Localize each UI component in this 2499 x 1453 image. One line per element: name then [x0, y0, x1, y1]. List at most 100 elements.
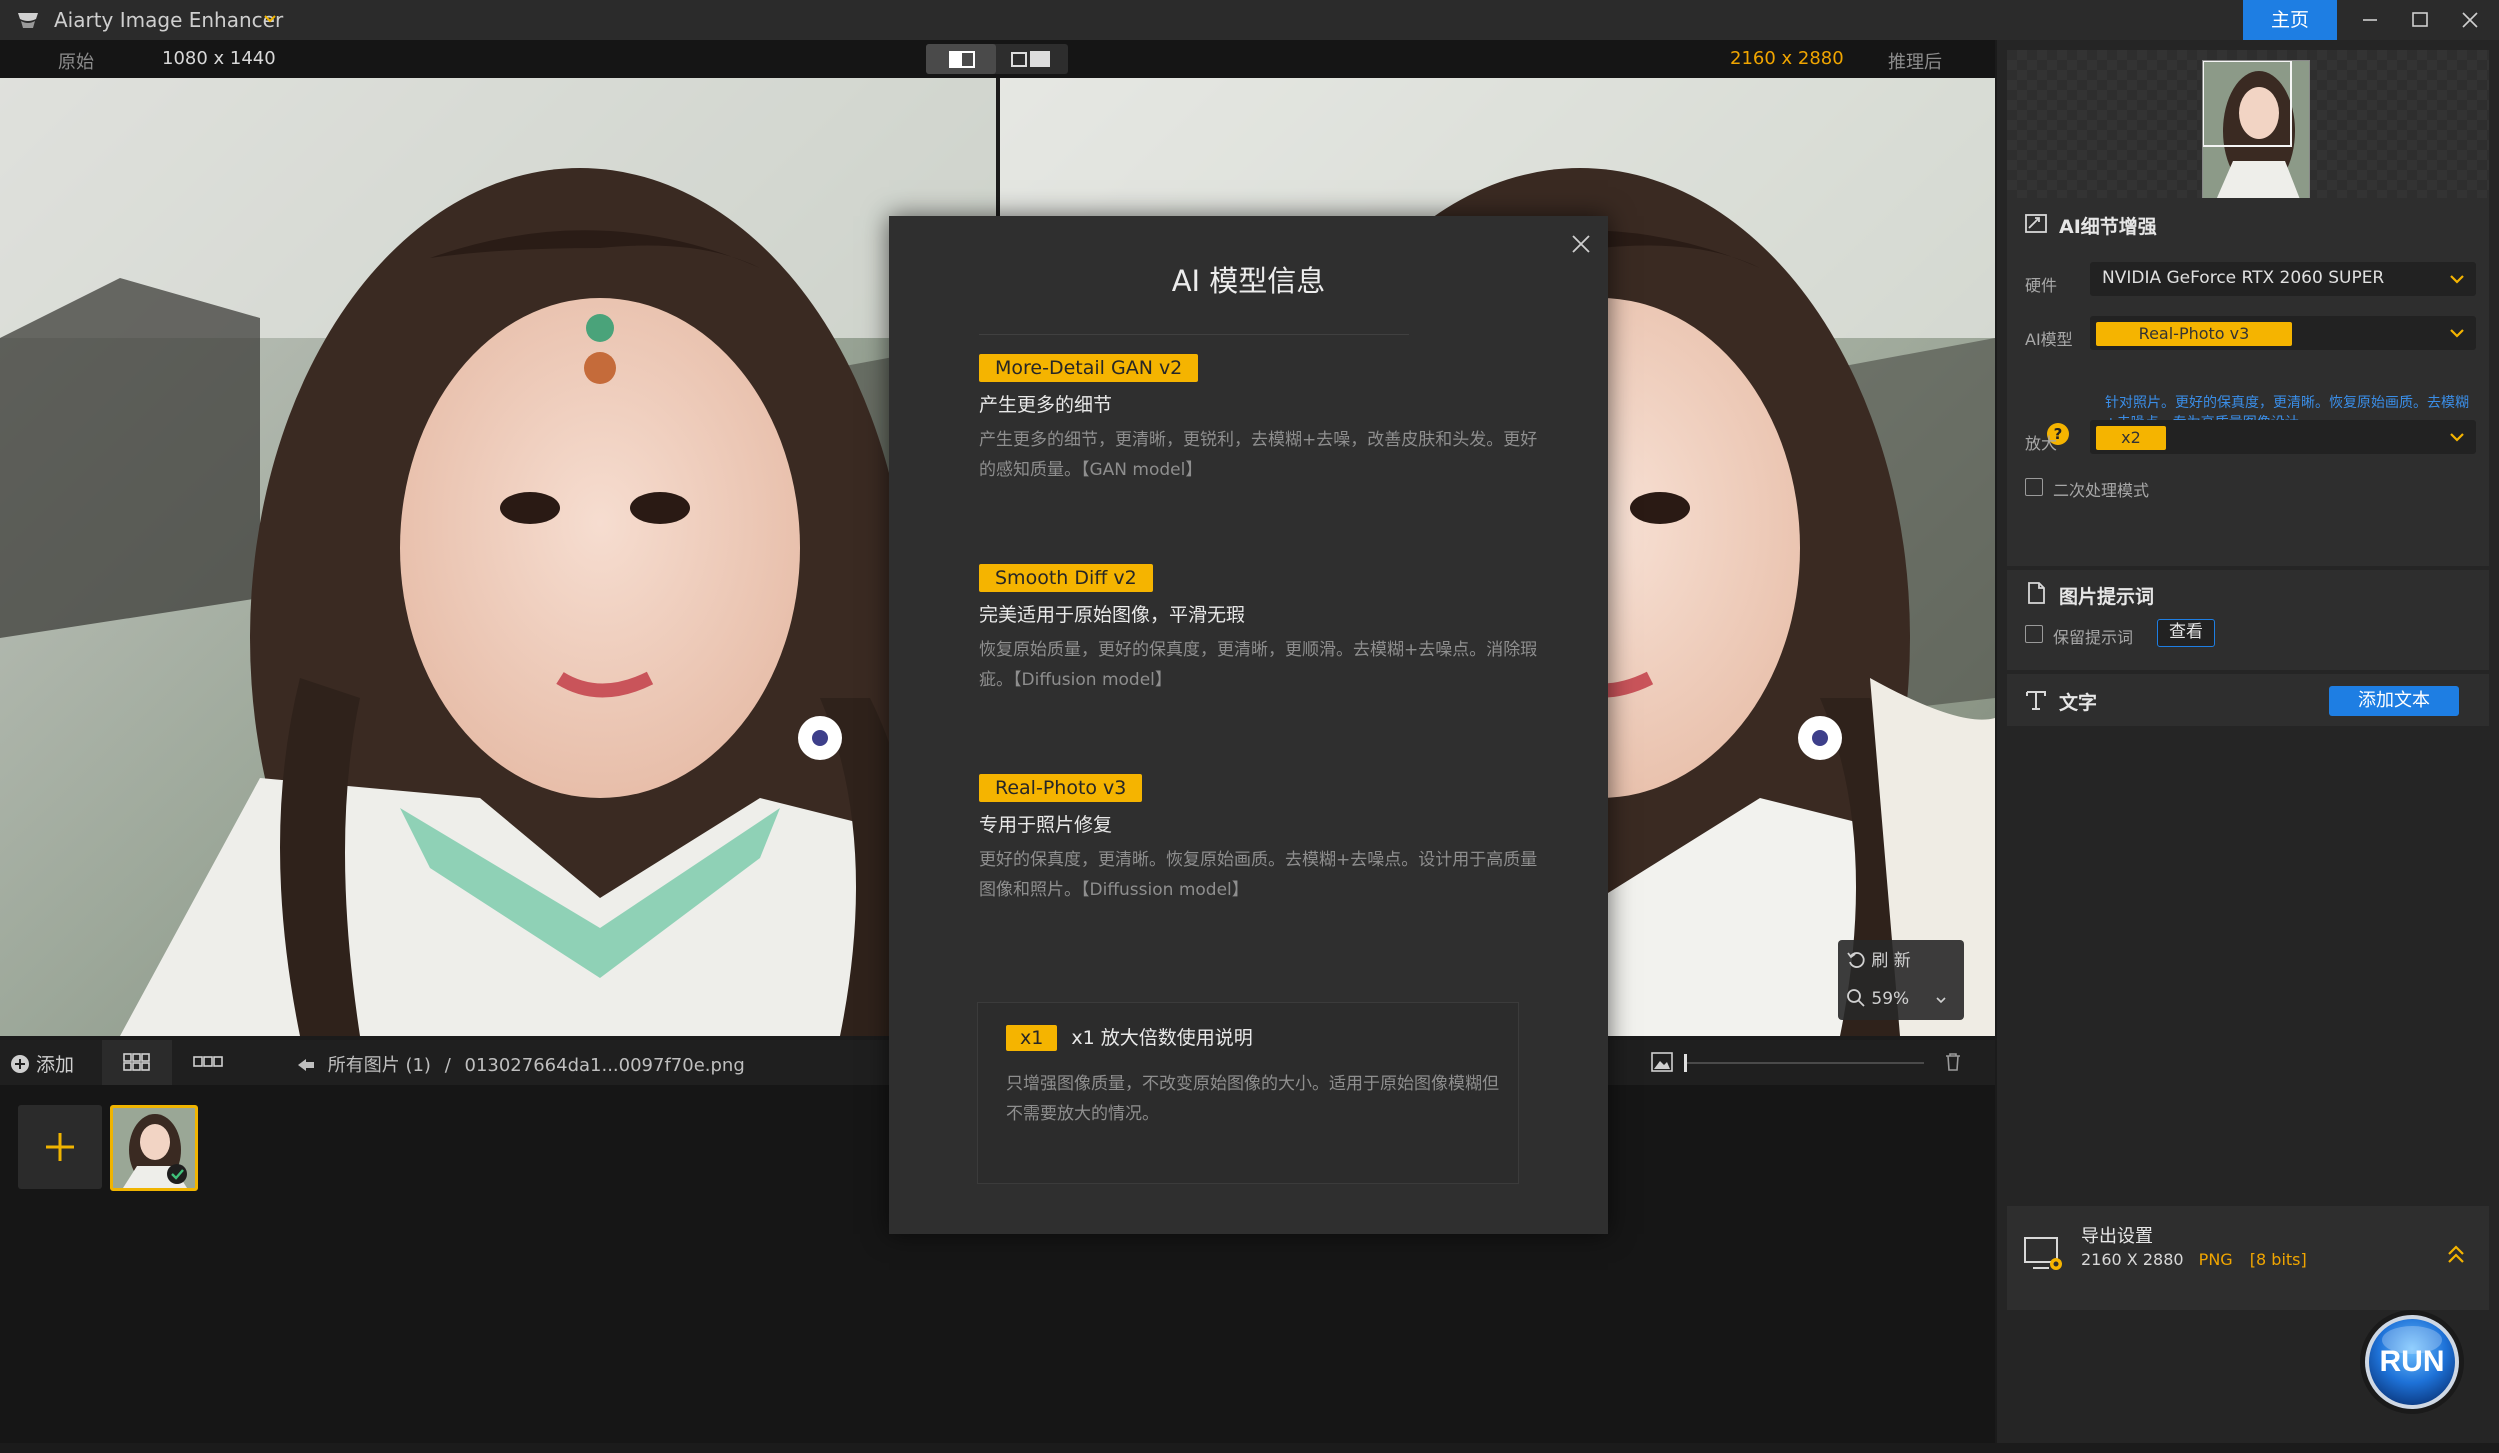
zoom-widget: 刷 新 59% — [1838, 940, 1964, 1020]
keep-prompt-checkbox[interactable] — [2025, 625, 2043, 643]
secondary-mode-checkbox[interactable] — [2025, 478, 2043, 496]
compare-header: 原始 1080 x 1440 2160 x 2880 推理后 — [0, 40, 1995, 78]
add-image-tile[interactable] — [18, 1105, 102, 1189]
title-bar: Aiarty Image Enhancer 主页 — [0, 0, 2499, 40]
grid-icon — [123, 1053, 150, 1071]
export-details: 2160 X 2880 PNG [8 bits] — [2081, 1250, 2307, 1269]
strip-view-button[interactable] — [178, 1040, 238, 1085]
single-view-icon — [949, 51, 975, 68]
scale-chip: x2 — [2096, 426, 2166, 450]
original-image[interactable] — [0, 78, 996, 1036]
x1-desc: 只增强图像质量，不改变原始图像的大小。适用于原始图像模糊但不需要放大的情况。 — [1006, 1074, 1499, 1124]
app-window: Aiarty Image Enhancer 主页 原始 1080 x 1440 — [0, 0, 2499, 1453]
ai-model-info-dialog: AI 模型信息 More-Detail GAN v2 产生更多的细节 产生更多的… — [889, 216, 1608, 1234]
export-format: PNG — [2198, 1250, 2233, 1269]
model-desc: 更好的保真度，更清晰。恢复原始画质。去模糊+去噪点。设计用于高质量图像和照片。【… — [979, 850, 1538, 900]
chevron-down-icon — [2450, 329, 2464, 338]
chevron-down-icon — [1936, 997, 1946, 1004]
model-label: AI模型 — [2025, 330, 2073, 349]
model-desc: 恢复原始质量，更好的保真度，更清晰，更顺滑。去模糊+去噪点。消除瑕疵。【Diff… — [979, 640, 1538, 690]
export-size: 2160 X 2880 — [2081, 1250, 2184, 1269]
plus-circle-icon — [11, 1055, 29, 1073]
refresh-label: 刷 新 — [1871, 951, 1911, 971]
original-label: 原始 — [58, 52, 94, 73]
split-view-icon — [1011, 51, 1050, 67]
view-prompt-button[interactable]: 查看 — [2157, 619, 2215, 647]
text-tool-icon — [2026, 691, 2046, 710]
split-view-button[interactable] — [998, 44, 1068, 74]
x1-chip: x1 — [1006, 1025, 1058, 1051]
thumbnail-image — [113, 1108, 195, 1188]
app-title: Aiarty Image Enhancer — [54, 8, 284, 32]
model-chip: Real-Photo v3 — [2096, 322, 2292, 346]
document-icon — [2028, 582, 2045, 604]
export-title: 导出设置 — [2081, 1226, 2153, 1247]
hardware-label: 硬件 — [2025, 276, 2058, 295]
image-size-icon — [1651, 1052, 1673, 1072]
model-desc: 产生更多的细节，更清晰，更锐利，去模糊+去噪，改善皮肤和头发。更好的感知质量。【… — [979, 430, 1538, 480]
double-chevron-up-icon[interactable] — [2443, 1242, 2469, 1268]
view-mode-toggle — [926, 44, 1068, 74]
x1-heading: x1 放大倍数使用说明 — [1071, 1027, 1253, 1049]
chevron-down-icon — [2450, 433, 2464, 442]
text-section: 文字 添加文本 — [2007, 674, 2489, 726]
model-heading: 完美适用于原始图像，平滑无瑕 — [979, 604, 1246, 626]
export-settings[interactable]: 导出设置 2160 X 2880 PNG [8 bits] — [2007, 1206, 2489, 1310]
maximize-icon[interactable] — [2402, 5, 2438, 35]
ai-enhance-section: AI细节增强 硬件 NVIDIA GeForce RTX 2060 SUPER … — [2007, 198, 2489, 566]
enhance-icon — [2025, 214, 2047, 233]
portrait-photo — [0, 78, 996, 1036]
model-select[interactable]: Real-Photo v3 — [2090, 316, 2476, 350]
filmstrip-tools — [1650, 1050, 1980, 1076]
x1-scale-info: x1 x1 放大倍数使用说明 只增强图像质量，不改变原始图像的大小。适用于原始图… — [977, 1002, 1519, 1184]
minimize-icon[interactable] — [2352, 5, 2388, 35]
back-arrow-icon[interactable] — [296, 1057, 316, 1073]
navigator-image — [2203, 61, 2309, 205]
model-name-chip: Smooth Diff v2 — [979, 564, 1153, 592]
x1-heading-row: x1 x1 放大倍数使用说明 — [1006, 1023, 1253, 1051]
breadcrumb-separator: / — [444, 1055, 451, 1076]
keep-prompt-label: 保留提示词 — [2053, 628, 2134, 647]
ai-section-title: AI细节增强 — [2059, 216, 2157, 238]
after-label: 推理后 — [1888, 52, 1942, 73]
run-label: RUN — [2379, 1345, 2445, 1378]
scale-select[interactable]: x2 — [2090, 420, 2476, 454]
navigator-thumbnail[interactable] — [2202, 60, 2310, 206]
thumbnail-size-slider[interactable] — [1684, 1062, 1924, 1064]
add-image-button[interactable]: 添加 — [10, 1050, 74, 1077]
navigator-preview — [2007, 50, 2489, 206]
export-bits: [8 bits] — [2249, 1250, 2307, 1269]
grid-view-button[interactable] — [102, 1040, 172, 1085]
output-size: 2160 x 2880 — [1730, 48, 1844, 69]
hardware-select[interactable]: NVIDIA GeForce RTX 2060 SUPER — [2090, 262, 2476, 296]
home-button[interactable]: 主页 — [2243, 0, 2337, 40]
settings-panel: AI细节增强 硬件 NVIDIA GeForce RTX 2060 SUPER … — [1997, 40, 2499, 1443]
app-logo-icon — [18, 13, 38, 28]
breadcrumb-file: 013027664da1...0097f70e.png — [464, 1055, 745, 1076]
export-settings-icon — [2024, 1237, 2062, 1270]
breadcrumb-root[interactable]: 所有图片 (1) — [328, 1055, 431, 1076]
refresh-button[interactable]: 刷 新 — [1846, 946, 1911, 976]
slider-thumb[interactable] — [1684, 1054, 1687, 1072]
image-thumbnail[interactable] — [110, 1105, 198, 1191]
zoom-icon — [1847, 989, 1865, 1007]
close-icon[interactable] — [2452, 5, 2488, 35]
model-name-chip: More-Detail GAN v2 — [979, 354, 1199, 382]
prompt-section-title: 图片提示词 — [2059, 586, 2155, 608]
run-button[interactable]: RUN — [2360, 1310, 2464, 1414]
close-icon[interactable] — [1569, 232, 1593, 256]
trash-icon[interactable] — [1942, 1051, 1964, 1073]
model-name-chip: Real-Photo v3 — [979, 774, 1143, 802]
breadcrumb: 所有图片 (1) / 013027664da1...0097f70e.png — [296, 1051, 745, 1077]
zoom-select[interactable]: 59% — [1846, 984, 1946, 1014]
model-heading: 产生更多的细节 — [979, 394, 1113, 416]
model-info-real-photo: Real-Photo v3 专用于照片修复 更好的保真度，更清晰。恢复原始画质。… — [979, 774, 1539, 905]
scale-label: 放大 — [2025, 434, 2058, 453]
zoom-value: 59% — [1871, 989, 1910, 1009]
chevron-down-icon[interactable] — [262, 11, 278, 27]
chevron-down-icon — [2450, 275, 2464, 284]
single-view-button[interactable] — [926, 44, 996, 74]
text-section-title: 文字 — [2059, 692, 2098, 714]
strip-icon — [193, 1056, 223, 1067]
add-text-button[interactable]: 添加文本 — [2329, 686, 2459, 716]
